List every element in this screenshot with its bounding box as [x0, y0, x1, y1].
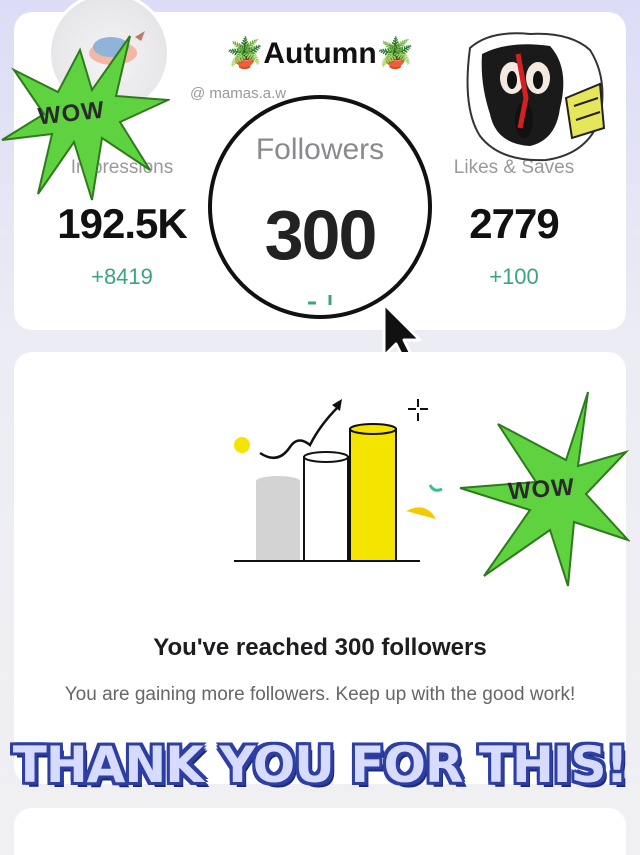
user-handle: @ mamas.a.w	[190, 85, 287, 102]
followers-value: 300	[264, 196, 378, 274]
likes-saves-value: 2779	[469, 200, 559, 247]
thank-you-caption: THANK YOU FOR THIS!	[12, 736, 629, 794]
followers-label: Followers	[255, 133, 385, 166]
wow-burst-sticker-right: WOW	[458, 390, 632, 590]
followers-delta-partial-icon	[308, 295, 332, 305]
impressions-value: 192.5K	[57, 200, 187, 247]
ghost-face-sticker	[460, 28, 610, 164]
milestone-title: You've reached 300 followers	[153, 634, 487, 661]
followers-magnifier: Followers 300	[208, 95, 432, 319]
growth-chart-illustration	[234, 399, 443, 562]
impressions-delta: +8419	[91, 264, 153, 289]
milestone-message: You are gaining more followers. Keep up …	[64, 684, 576, 705]
likes-saves-delta: +100	[489, 264, 539, 289]
wow-text-right: WOW	[507, 473, 576, 506]
next-card	[14, 808, 626, 855]
wow-burst-sticker-left: WOW	[0, 30, 172, 205]
